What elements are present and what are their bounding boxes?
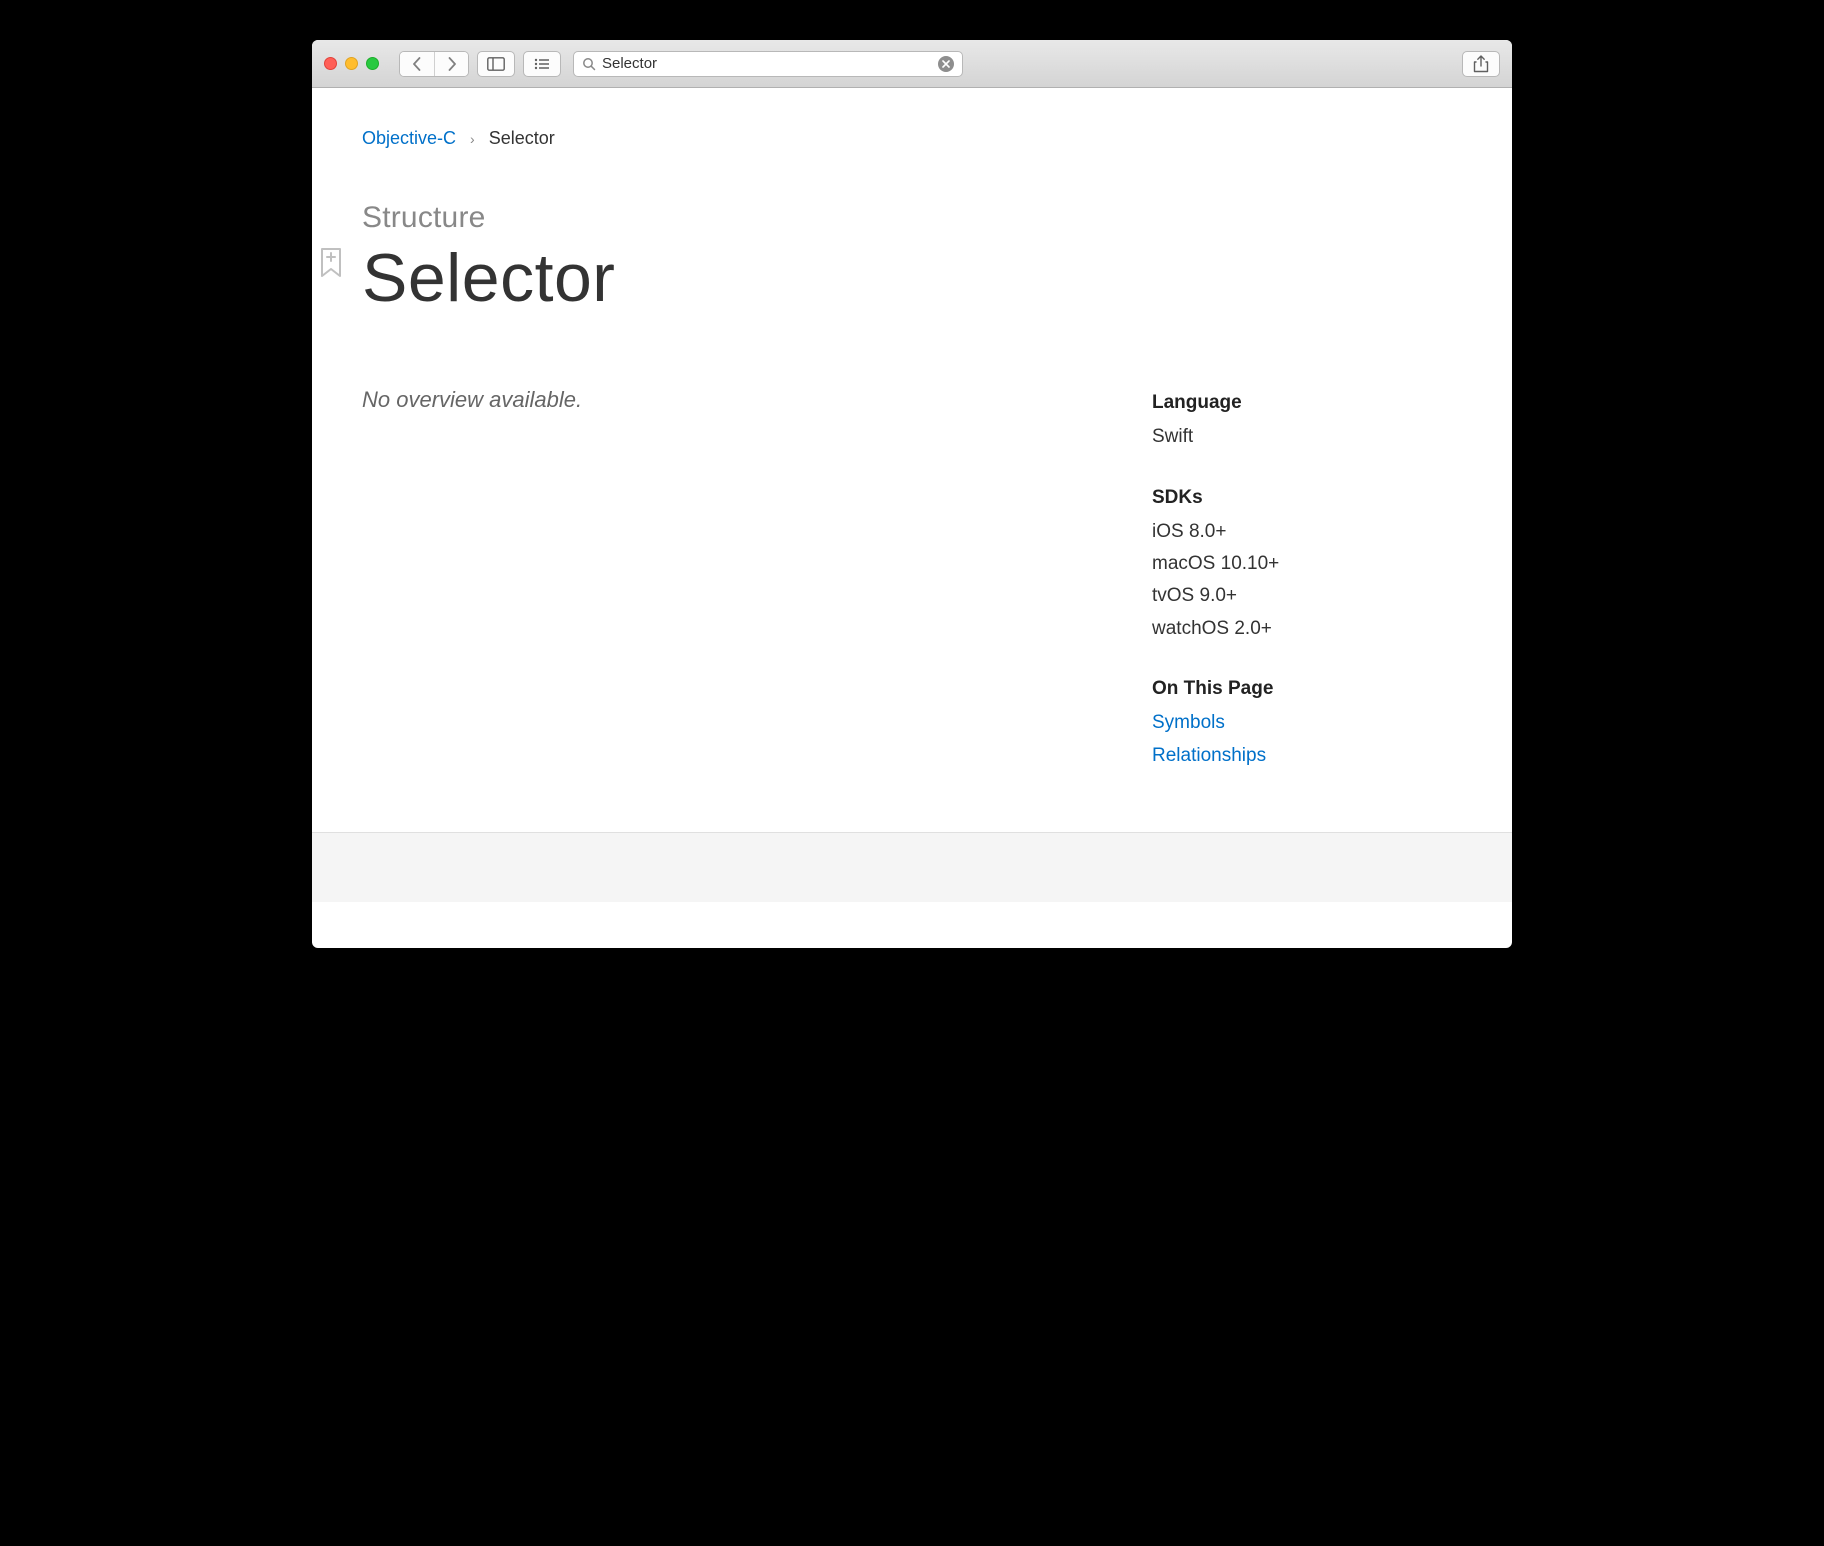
- nav-group: [399, 51, 469, 77]
- clear-search-icon[interactable]: [938, 56, 954, 72]
- sdks-heading: SDKs: [1152, 482, 1462, 514]
- outline-toggle-button[interactable]: [523, 51, 561, 77]
- search-input[interactable]: [602, 55, 932, 72]
- search-field[interactable]: [573, 51, 963, 77]
- close-window-button[interactable]: [324, 57, 337, 70]
- back-button[interactable]: [400, 52, 434, 76]
- onthispage-link-relationships[interactable]: Relationships: [1152, 740, 1462, 772]
- sdk-item: tvOS 9.0+: [1152, 580, 1462, 612]
- bookmark-icon[interactable]: [318, 247, 344, 279]
- content-area: Objective-C › Selector Structure Selecto…: [312, 88, 1512, 948]
- window: Objective-C › Selector Structure Selecto…: [312, 40, 1512, 948]
- main-left: No overview available.: [362, 387, 1112, 772]
- page-title: Selector: [362, 239, 1462, 317]
- breadcrumb-separator: ›: [470, 131, 475, 147]
- main-right: Language Swift SDKs iOS 8.0+ macOS 10.10…: [1152, 387, 1462, 772]
- breadcrumb: Objective-C › Selector: [312, 88, 1512, 149]
- footer-bar: [312, 832, 1512, 902]
- breadcrumb-parent-link[interactable]: Objective-C: [362, 128, 456, 149]
- share-button[interactable]: [1462, 51, 1500, 77]
- sdk-item: watchOS 2.0+: [1152, 613, 1462, 645]
- breadcrumb-current: Selector: [489, 128, 555, 149]
- titlebar: [312, 40, 1512, 88]
- sdks-list: iOS 8.0+ macOS 10.10+ tvOS 9.0+ watchOS …: [1152, 516, 1462, 645]
- search-icon: [582, 57, 596, 71]
- kind-label: Structure: [362, 201, 1462, 235]
- minimize-window-button[interactable]: [345, 57, 358, 70]
- zoom-window-button[interactable]: [366, 57, 379, 70]
- overview-text: No overview available.: [362, 387, 1112, 413]
- sdk-item: macOS 10.10+: [1152, 548, 1462, 580]
- forward-button[interactable]: [434, 52, 468, 76]
- language-value: Swift: [1152, 421, 1462, 453]
- language-heading: Language: [1152, 387, 1462, 419]
- sdk-item: iOS 8.0+: [1152, 516, 1462, 548]
- onthispage-link-symbols[interactable]: Symbols: [1152, 707, 1462, 739]
- traffic-lights: [324, 57, 379, 70]
- main-columns: No overview available. Language Swift SD…: [312, 317, 1512, 832]
- header-block: Structure Selector: [312, 149, 1512, 317]
- sidebar-toggle-button[interactable]: [477, 51, 515, 77]
- onthispage-heading: On This Page: [1152, 673, 1462, 705]
